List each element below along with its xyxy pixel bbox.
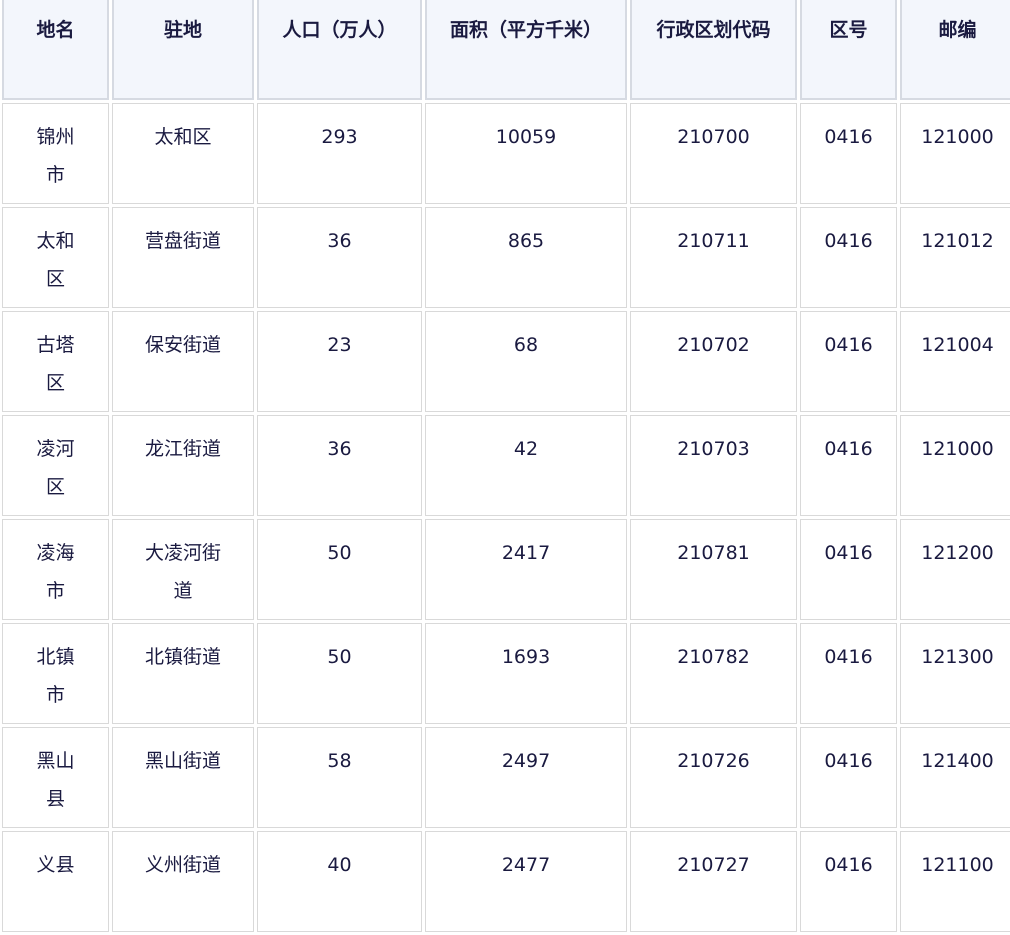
header-area: 面积（平方千米） xyxy=(425,0,627,100)
cell-area-code: 0416 xyxy=(800,103,897,204)
cell-postal-code: 121012 xyxy=(900,207,1010,308)
table-container: 地名 驻地 人口（万人） 面积（平方千米） 行政区划代码 区号 邮编 锦州市 太… xyxy=(0,0,1010,935)
header-area-code: 区号 xyxy=(800,0,897,100)
header-row: 地名 驻地 人口（万人） 面积（平方千米） 行政区划代码 区号 邮编 xyxy=(2,0,1010,100)
cell-seat: 营盘街道 xyxy=(112,207,254,308)
cell-seat: 黑山街道 xyxy=(112,727,254,828)
cell-postal-code: 121200 xyxy=(900,519,1010,620)
table-row: 北镇市 北镇街道 50 1693 210782 0416 121300 xyxy=(2,623,1010,724)
cell-division-code: 210782 xyxy=(630,623,797,724)
header-division-code: 行政区划代码 xyxy=(630,0,797,100)
cell-name: 黑山县 xyxy=(2,727,109,828)
cell-area: 865 xyxy=(425,207,627,308)
table-row: 凌海市 大凌河街道 50 2417 210781 0416 121200 xyxy=(2,519,1010,620)
cell-population: 36 xyxy=(257,415,422,516)
cell-population: 293 xyxy=(257,103,422,204)
cell-area: 1693 xyxy=(425,623,627,724)
table-row: 古塔区 保安街道 23 68 210702 0416 121004 xyxy=(2,311,1010,412)
cell-name: 凌海市 xyxy=(2,519,109,620)
cell-postal-code: 121300 xyxy=(900,623,1010,724)
cell-area-code: 0416 xyxy=(800,207,897,308)
cell-area-code: 0416 xyxy=(800,727,897,828)
cell-name: 北镇市 xyxy=(2,623,109,724)
cell-area-code: 0416 xyxy=(800,623,897,724)
cell-area: 42 xyxy=(425,415,627,516)
cell-name: 古塔区 xyxy=(2,311,109,412)
cell-postal-code: 121000 xyxy=(900,103,1010,204)
table-row: 太和区 营盘街道 36 865 210711 0416 121012 xyxy=(2,207,1010,308)
cell-area-code: 0416 xyxy=(800,311,897,412)
cell-postal-code: 121000 xyxy=(900,415,1010,516)
cell-division-code: 210711 xyxy=(630,207,797,308)
cell-population: 58 xyxy=(257,727,422,828)
districts-table: 地名 驻地 人口（万人） 面积（平方千米） 行政区划代码 区号 邮编 锦州市 太… xyxy=(0,0,1010,935)
cell-seat: 保安街道 xyxy=(112,311,254,412)
cell-seat: 太和区 xyxy=(112,103,254,204)
header-name: 地名 xyxy=(2,0,109,100)
cell-population: 36 xyxy=(257,207,422,308)
header-postal-code: 邮编 xyxy=(900,0,1010,100)
cell-division-code: 210703 xyxy=(630,415,797,516)
cell-population: 23 xyxy=(257,311,422,412)
cell-area: 68 xyxy=(425,311,627,412)
cell-name: 太和区 xyxy=(2,207,109,308)
cell-area-code: 0416 xyxy=(800,519,897,620)
cell-seat: 北镇街道 xyxy=(112,623,254,724)
cell-area: 2417 xyxy=(425,519,627,620)
table-row: 凌河区 龙江街道 36 42 210703 0416 121000 xyxy=(2,415,1010,516)
cell-population: 50 xyxy=(257,519,422,620)
cell-postal-code: 121004 xyxy=(900,311,1010,412)
header-population: 人口（万人） xyxy=(257,0,422,100)
cell-seat: 大凌河街道 xyxy=(112,519,254,620)
cell-postal-code: 121400 xyxy=(900,727,1010,828)
table-row: 锦州市 太和区 293 10059 210700 0416 121000 xyxy=(2,103,1010,204)
cell-seat: 龙江街道 xyxy=(112,415,254,516)
cell-division-code: 210702 xyxy=(630,311,797,412)
cell-area: 10059 xyxy=(425,103,627,204)
cell-division-code: 210781 xyxy=(630,519,797,620)
cell-division-code: 210700 xyxy=(630,103,797,204)
cell-name: 凌河区 xyxy=(2,415,109,516)
header-seat: 驻地 xyxy=(112,0,254,100)
cell-population: 50 xyxy=(257,623,422,724)
cell-area: 2497 xyxy=(425,727,627,828)
table-row: 黑山县 黑山街道 58 2497 210726 0416 121400 xyxy=(2,727,1010,828)
cell-division-code: 210726 xyxy=(630,727,797,828)
cell-area-code: 0416 xyxy=(800,415,897,516)
cell-name: 锦州市 xyxy=(2,103,109,204)
